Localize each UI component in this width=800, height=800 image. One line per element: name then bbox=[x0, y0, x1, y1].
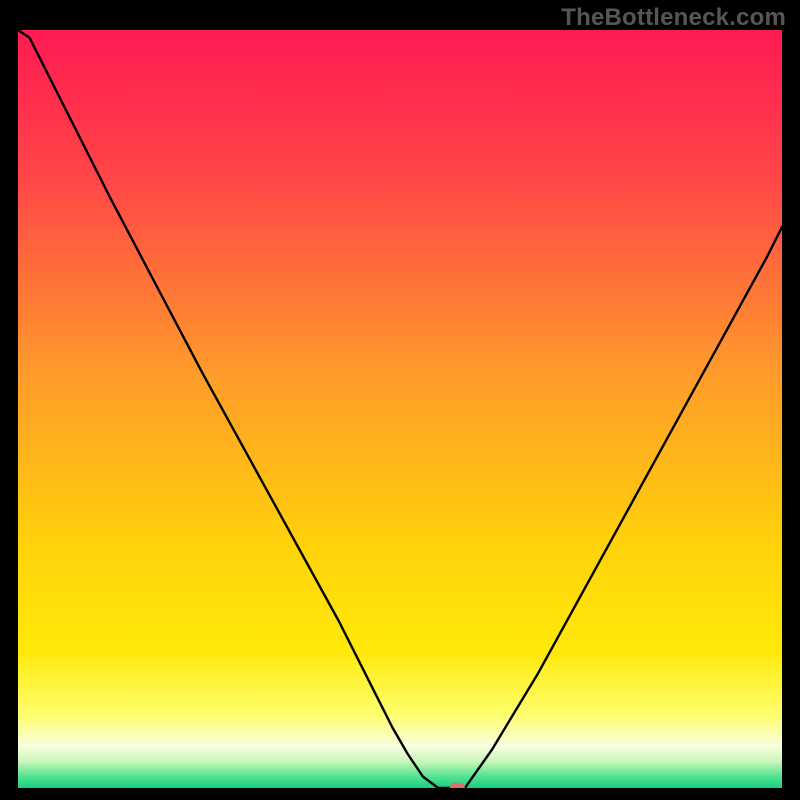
bottleneck-chart bbox=[18, 30, 782, 788]
plot-background bbox=[18, 30, 782, 788]
chart-frame: TheBottleneck.com bbox=[0, 0, 800, 800]
watermark-text: TheBottleneck.com bbox=[561, 4, 786, 32]
